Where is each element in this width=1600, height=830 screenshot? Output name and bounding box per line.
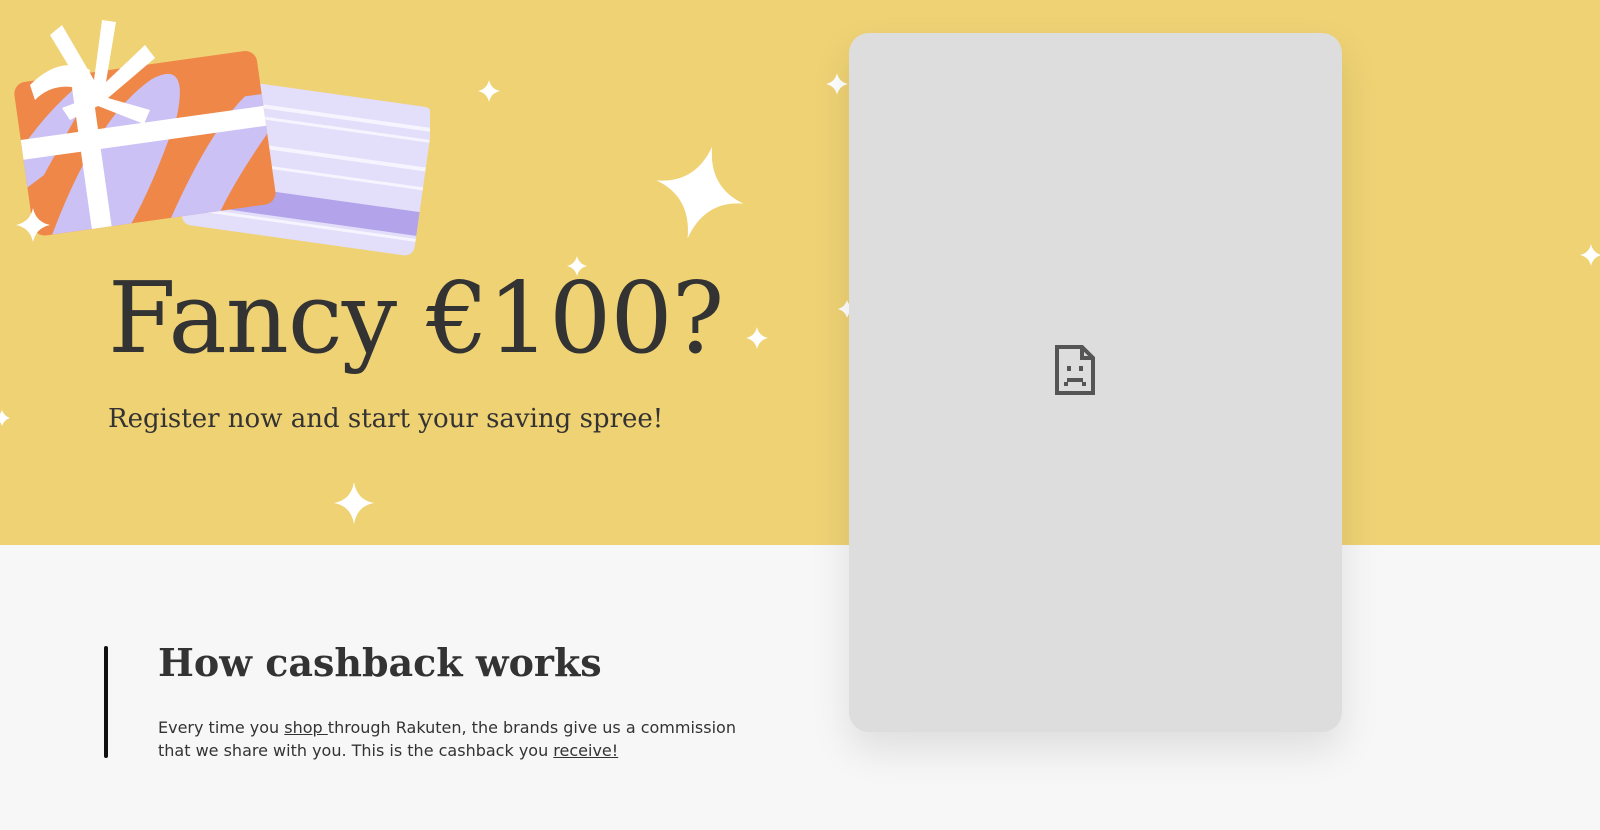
broken-document-icon	[1055, 345, 1095, 395]
hero-banner: Fancy €100? Register now and start your …	[0, 0, 1600, 545]
gift-card-illustration	[14, 20, 430, 256]
quote-bar	[104, 646, 108, 758]
sparkle-icon	[16, 208, 50, 242]
how-cashback-text: Every time you shop through Rakuten, the…	[158, 716, 758, 762]
sparkle-icon	[0, 410, 10, 426]
sparkle-icon	[656, 146, 744, 239]
sparkle-icon	[478, 80, 500, 102]
sparkle-icon	[826, 73, 848, 95]
sparkle-icon	[746, 327, 768, 349]
sparkle-icon	[1580, 244, 1600, 266]
page: Fancy €100? Register now and start your …	[0, 0, 1600, 830]
receive-link[interactable]: receive!	[553, 741, 618, 760]
hero-subtitle: Register now and start your saving spree…	[108, 404, 664, 434]
info-section	[0, 545, 1600, 830]
hero-title: Fancy €100?	[108, 262, 724, 376]
shop-link[interactable]: shop	[284, 718, 328, 737]
how-cashback-title: How cashback works	[158, 640, 602, 685]
sparkle-icon	[334, 482, 374, 524]
how-text-part1: Every time you	[158, 718, 285, 737]
